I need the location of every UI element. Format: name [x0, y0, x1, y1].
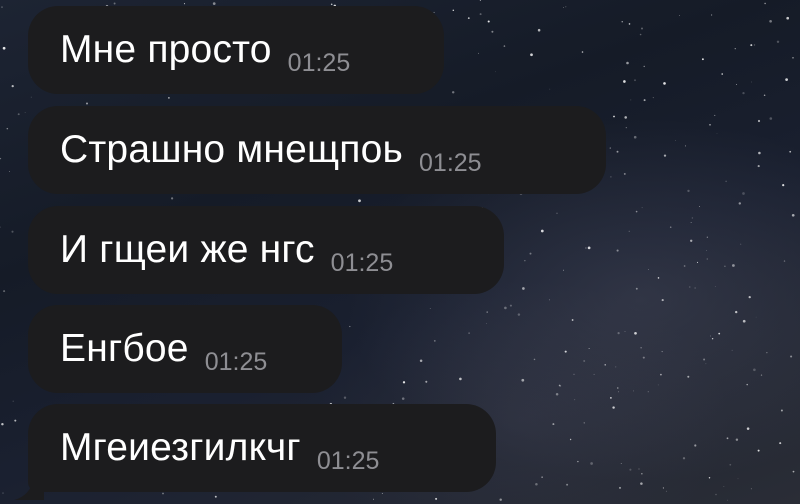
message-bubble[interactable]: И гщеи же нгс 01:25: [28, 206, 504, 294]
message-timestamp: 01:25: [419, 148, 482, 177]
bubble-tail-icon: [14, 478, 44, 500]
message-text: Мне просто: [60, 28, 272, 71]
message-bubble[interactable]: Мне просто 01:25: [28, 6, 444, 94]
message-text: Енгбое: [60, 327, 189, 370]
message-bubble[interactable]: Енгбое 01:25: [28, 305, 342, 393]
message-timestamp: 01:25: [204, 347, 268, 376]
message-bubble[interactable]: Страшно мнещпоь 01:25: [28, 106, 606, 194]
message-timestamp: 01:25: [330, 248, 394, 277]
message-timestamp: 01:25: [316, 446, 380, 475]
message-text: И гщеи же нгс: [60, 228, 315, 271]
message-text: Страшно мнещпоь: [60, 128, 404, 171]
chat-message-list: Мне просто 01:25 Страшно мнещпоь 01:25 И…: [0, 0, 800, 504]
message-text: Мгеиезгилкчг: [60, 426, 301, 469]
message-timestamp: 01:25: [287, 48, 351, 77]
message-bubble[interactable]: Мгеиезгилкчг 01:25: [28, 404, 496, 492]
